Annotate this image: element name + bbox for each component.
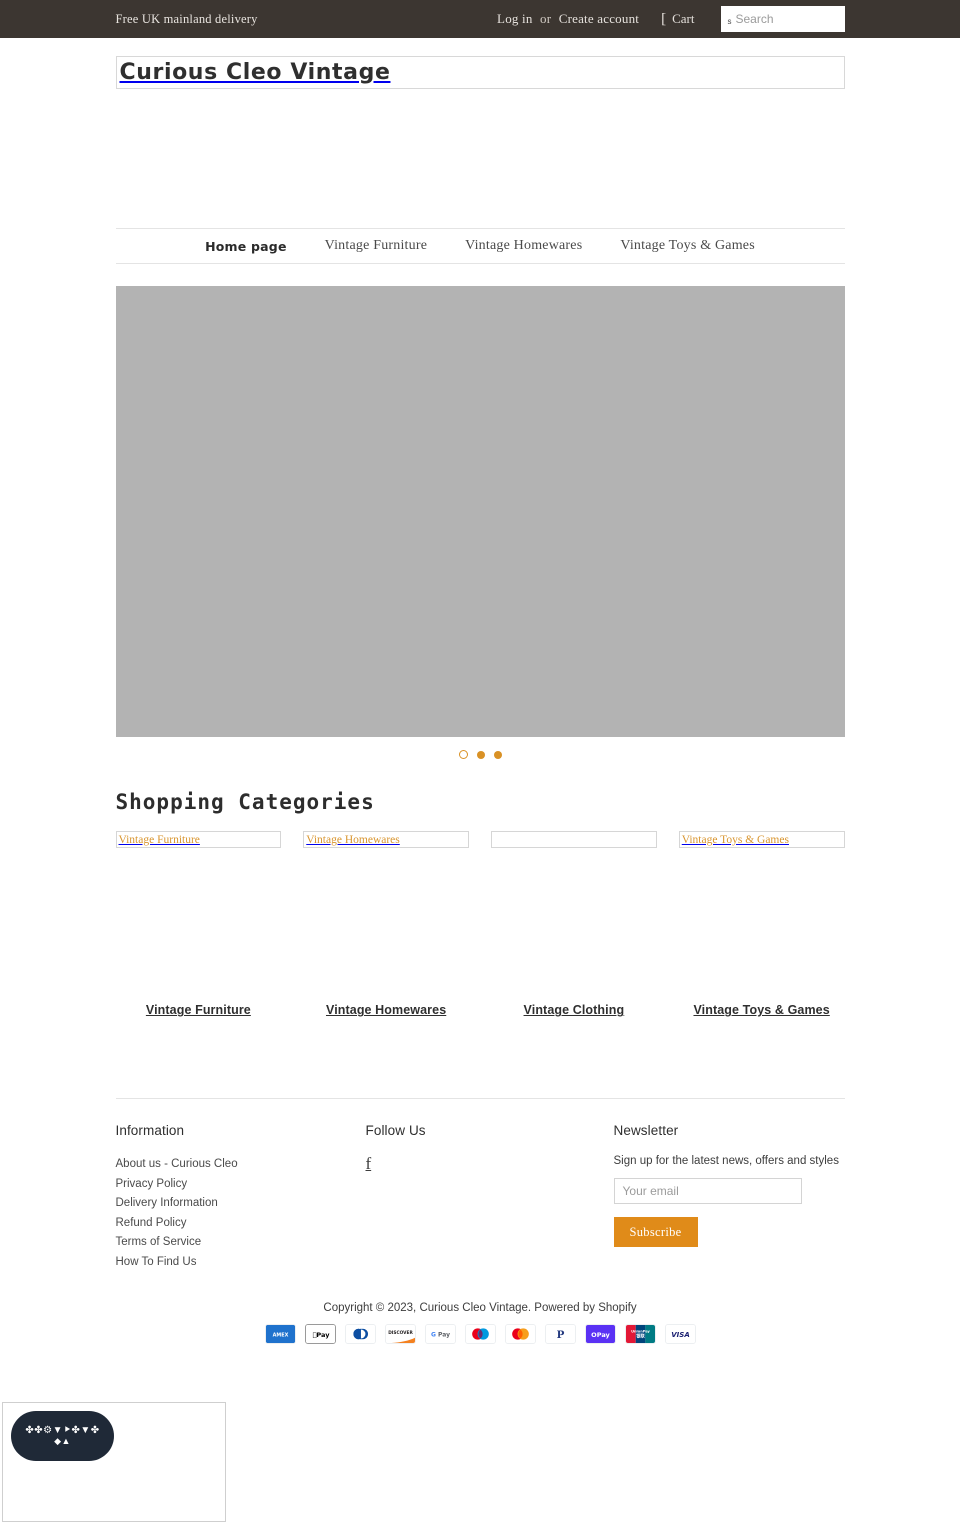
amex-icon: AMEX [264, 1324, 296, 1345]
top-announcement-bar: Free UK mainland delivery Log in or Crea… [0, 0, 960, 38]
svg-text:G Pay: G Pay [431, 1332, 450, 1339]
widget-glyph-line-1: ✤✤⚙▼⯈✤▼✤ [25, 1425, 100, 1437]
footer-link-refund-policy[interactable]: Refund Policy [116, 1214, 366, 1234]
category-image-vintage-clothing[interactable] [491, 831, 657, 849]
category-image-vintage-toys-games[interactable]: Vintage Toys & Games [678, 831, 845, 849]
broken-image-alt-text: Vintage Toys & Games [681, 833, 789, 846]
category-link-vintage-clothing[interactable]: Vintage Clothing [491, 1003, 657, 1017]
site-header: Curious Cleo Vintage [115, 38, 845, 89]
chat-widget-panel[interactable]: ✤✤⚙▼⯈✤▼✤ ◆▲ [2, 1402, 226, 1522]
footer-heading-newsletter: Newsletter [613, 1123, 679, 1139]
footer-column-information: Information About us - Curious Cleo Priv… [116, 1123, 366, 1272]
nav-item-vintage-furniture[interactable]: Vintage Furniture [306, 238, 446, 254]
search-icon: s [727, 17, 732, 26]
or-separator: or [540, 11, 552, 26]
nav-item-vintage-toys-games[interactable]: Vintage Toys & Games [601, 238, 774, 254]
account-links: Log in or Create account [497, 11, 639, 27]
paypal-icon: P [544, 1324, 576, 1345]
footer-column-newsletter: Newsletter Sign up for the latest news, … [613, 1123, 845, 1272]
promo-text: Free UK mainland delivery [115, 11, 258, 26]
footer-heading-follow-us: Follow Us [365, 1123, 426, 1139]
svg-text:Pay: Pay [312, 1331, 330, 1339]
apple-pay-icon: Pay [304, 1324, 336, 1345]
facebook-icon[interactable]: f [366, 1154, 372, 1173]
newsletter-email-placeholder: Your email [622, 1184, 679, 1199]
category-label-row: Vintage Furniture Vintage Homewares Vint… [116, 1003, 845, 1017]
category-image-vintage-homewares[interactable]: Vintage Homewares [303, 831, 469, 849]
category-image-grid: Vintage Furniture Vintage Homewares Vint… [115, 831, 845, 849]
newsletter-subtitle: Sign up for the latest news, offers and … [613, 1155, 839, 1168]
discover-icon: DISCOVER [384, 1324, 416, 1345]
svg-text:P: P [556, 1330, 564, 1342]
newsletter-email-field[interactable]: Your email [613, 1178, 802, 1205]
svg-text:AMEX: AMEX [272, 1333, 288, 1339]
broken-image-alt-text: Vintage Homewares [306, 833, 400, 846]
svg-text:UnionPay: UnionPay [631, 1330, 650, 1334]
slideshow-dot-3[interactable] [493, 750, 502, 759]
mastercard-icon [504, 1324, 536, 1345]
slideshow-dots [116, 750, 845, 759]
logo-text: Curious Cleo Vintage [119, 60, 391, 85]
svg-text:VISA: VISA [671, 1330, 689, 1339]
maestro-icon [464, 1324, 496, 1345]
login-link[interactable]: Log in [497, 11, 533, 26]
google-pay-icon: G Pay [424, 1324, 456, 1345]
site-footer: Information About us - Curious Cleo Priv… [115, 1098, 845, 1272]
shop-pay-icon: OPay [584, 1324, 616, 1345]
site-logo[interactable]: Curious Cleo Vintage [115, 56, 845, 89]
union-pay-icon: UnionPay 银联 [624, 1324, 656, 1345]
category-link-vintage-furniture[interactable]: Vintage Furniture [116, 1003, 282, 1017]
slideshow-dot-1[interactable] [458, 750, 468, 759]
search-input[interactable]: s Search [720, 6, 845, 32]
footer-link-privacy-policy[interactable]: Privacy Policy [116, 1175, 366, 1195]
nav-item-vintage-homewares[interactable]: Vintage Homewares [446, 238, 601, 254]
widget-glyph-line-2: ◆▲ [54, 1435, 71, 1446]
footer-link-how-to-find-us[interactable]: How To Find Us [116, 1253, 366, 1273]
slideshow-dot-2[interactable] [476, 750, 485, 759]
search-placeholder: Search [735, 12, 774, 26]
page-title: Shopping Categories [115, 790, 375, 814]
subscribe-button[interactable]: Subscribe [613, 1217, 698, 1248]
footer-column-follow-us: Follow Us f [366, 1123, 614, 1272]
svg-text:DISCOVER: DISCOVER [388, 1330, 413, 1336]
category-link-vintage-toys-games[interactable]: Vintage Toys & Games [679, 1003, 845, 1017]
cart-label: Cart [672, 11, 695, 26]
main-navigation: Home page Vintage Furniture Vintage Home… [115, 228, 845, 264]
visa-icon: VISA [664, 1324, 696, 1345]
diners-club-icon [344, 1324, 376, 1345]
copyright-text: Copyright © 2023, Curious Cleo Vintage. … [323, 1302, 637, 1315]
footer-link-terms-of-service[interactable]: Terms of Service [116, 1233, 366, 1253]
svg-text:OPay: OPay [591, 1331, 610, 1339]
chat-widget-button[interactable]: ✤✤⚙▼⯈✤▼✤ ◆▲ [11, 1411, 114, 1461]
footer-link-about-us[interactable]: About us - Curious Cleo [116, 1155, 366, 1175]
create-account-link[interactable]: Create account [559, 11, 639, 26]
nav-item-home-page[interactable]: Home page [186, 239, 306, 254]
cart-link[interactable]: [ Cart [661, 11, 694, 27]
category-image-vintage-furniture[interactable]: Vintage Furniture [115, 831, 282, 849]
payment-icons-row: AMEX Pay DISCOVER G Pay P OPay UnionPay… [116, 1324, 845, 1345]
broken-image-alt-text: Vintage Furniture [118, 833, 200, 846]
hero-slideshow-image[interactable] [115, 286, 845, 737]
footer-link-delivery-information[interactable]: Delivery Information [116, 1194, 366, 1214]
cart-icon: [ [661, 10, 667, 27]
footer-heading-information: Information [115, 1123, 185, 1139]
category-link-vintage-homewares[interactable]: Vintage Homewares [303, 1003, 469, 1017]
